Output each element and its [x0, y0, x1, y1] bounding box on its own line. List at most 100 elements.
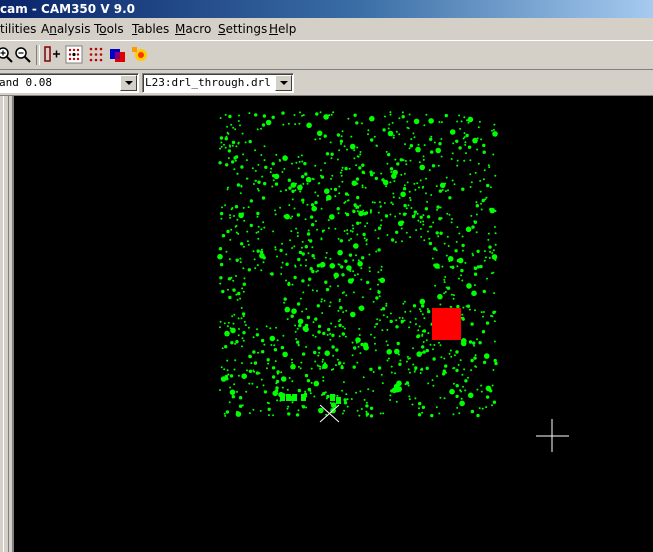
- drill-pad: [348, 167, 351, 170]
- menu-macro[interactable]: Macro: [175, 18, 211, 40]
- drill-pad: [422, 214, 425, 217]
- drill-pad: [383, 202, 386, 204]
- drill-pad: [232, 322, 235, 325]
- layer-colors-button[interactable]: [108, 44, 128, 65]
- drill-pad: [261, 123, 266, 127]
- drill-pad: [359, 153, 362, 156]
- drill-pad: [369, 288, 372, 291]
- menu-tools[interactable]: Tools: [94, 18, 124, 40]
- drill-pad: [336, 133, 341, 137]
- drill-pad: [239, 124, 241, 127]
- drill-pad: [240, 185, 243, 188]
- chevron-down-icon[interactable]: [275, 75, 292, 91]
- menu-settings[interactable]: Settings: [218, 18, 267, 40]
- drill-pad: [402, 221, 405, 224]
- chevron-down-icon[interactable]: [120, 75, 137, 91]
- drill-pad: [247, 243, 250, 246]
- pcb-canvas[interactable]: [14, 96, 653, 552]
- drill-pad: [241, 362, 243, 365]
- drill-pad: [307, 252, 310, 255]
- menu-help[interactable]: Help: [269, 18, 296, 40]
- drill-pad: [416, 351, 423, 357]
- drill-pad: [493, 358, 497, 363]
- drill-pad: [343, 327, 346, 330]
- drill-pad: [321, 230, 324, 233]
- drill-pad: [481, 407, 484, 410]
- aperture-select[interactable]: and 0.08: [0, 73, 139, 93]
- drill-pad: [353, 157, 356, 160]
- drill-pad: [346, 148, 348, 151]
- drill-pad: [270, 167, 273, 170]
- drill-pad: [449, 349, 452, 352]
- drill-pad: [328, 305, 331, 308]
- drill-pad: [406, 355, 409, 358]
- drill-pad: [311, 205, 318, 212]
- drill-pad: [468, 308, 471, 311]
- drill-pad: [282, 351, 288, 358]
- drill-pad: [314, 200, 318, 205]
- drill-pad: [396, 380, 402, 387]
- drill-pad: [252, 250, 255, 253]
- layer-select[interactable]: L23:drl_through.drl: [142, 73, 294, 93]
- drill-pad: [463, 368, 466, 371]
- drill-pad: [478, 341, 482, 345]
- selected-pad-highlight[interactable]: [432, 308, 461, 340]
- drill-pad: [235, 293, 238, 296]
- drill-pad: [233, 156, 237, 160]
- drill-pad: [490, 314, 492, 317]
- drill-pad: [360, 278, 363, 281]
- drill-pad: [329, 338, 332, 341]
- drill-pad: [387, 152, 391, 157]
- drill-pad: [336, 397, 341, 404]
- drill-pad: [240, 307, 243, 309]
- drill-pad: [288, 281, 291, 284]
- drill-pad: [306, 203, 309, 206]
- title-bar: cam - CAM350 V 9.0: [0, 0, 653, 18]
- drill-pad: [351, 354, 354, 357]
- drill-pad: [437, 164, 440, 167]
- drill-pad: [467, 376, 469, 379]
- drill-pad: [302, 114, 305, 116]
- pcb-drawing[interactable]: [14, 96, 653, 552]
- drill-pad: [434, 284, 437, 287]
- drill-pad: [293, 275, 297, 280]
- zoom-out-button[interactable]: [12, 44, 32, 65]
- drill-pad: [421, 405, 426, 409]
- drill-grid-red-button[interactable]: [86, 44, 106, 65]
- drill-pad: [476, 413, 480, 418]
- drill-pad: [356, 146, 359, 149]
- drill-grid-button[interactable]: [64, 44, 84, 65]
- drill-pad: [446, 286, 451, 290]
- drill-pad: [297, 365, 300, 368]
- drill-pad: [314, 164, 317, 167]
- highlight-button[interactable]: [130, 44, 150, 65]
- drill-pad: [409, 144, 414, 148]
- drill-pad: [409, 321, 412, 324]
- drill-pad: [326, 394, 330, 399]
- left-splitter[interactable]: [0, 96, 14, 552]
- drill-pad: [494, 232, 497, 235]
- menu-analysis[interactable]: Analysis: [41, 18, 90, 40]
- drill-pad: [320, 207, 323, 210]
- drill-pad: [242, 282, 246, 286]
- drill-pad: [254, 267, 257, 270]
- drill-pad: [330, 322, 333, 325]
- drill-pad: [447, 256, 454, 262]
- drill-pad: [421, 313, 424, 316]
- drill-pad: [272, 414, 275, 417]
- menu-tables[interactable]: Tables: [132, 18, 169, 40]
- drill-pad: [296, 327, 299, 330]
- drill-pad: [330, 177, 332, 180]
- drill-pad: [416, 182, 419, 185]
- drill-pad: [316, 228, 318, 231]
- drill-pad: [370, 333, 372, 336]
- drill-pad: [438, 142, 442, 146]
- drill-pad: [313, 395, 316, 398]
- menu-utilities[interactable]: tilities: [0, 18, 36, 40]
- drill-pad: [482, 311, 485, 313]
- drill-pad: [319, 111, 322, 114]
- drill-grid-icon: [65, 45, 83, 64]
- drill-pad: [296, 340, 300, 344]
- add-drill-button[interactable]: [42, 44, 62, 65]
- drill-pad: [361, 122, 363, 125]
